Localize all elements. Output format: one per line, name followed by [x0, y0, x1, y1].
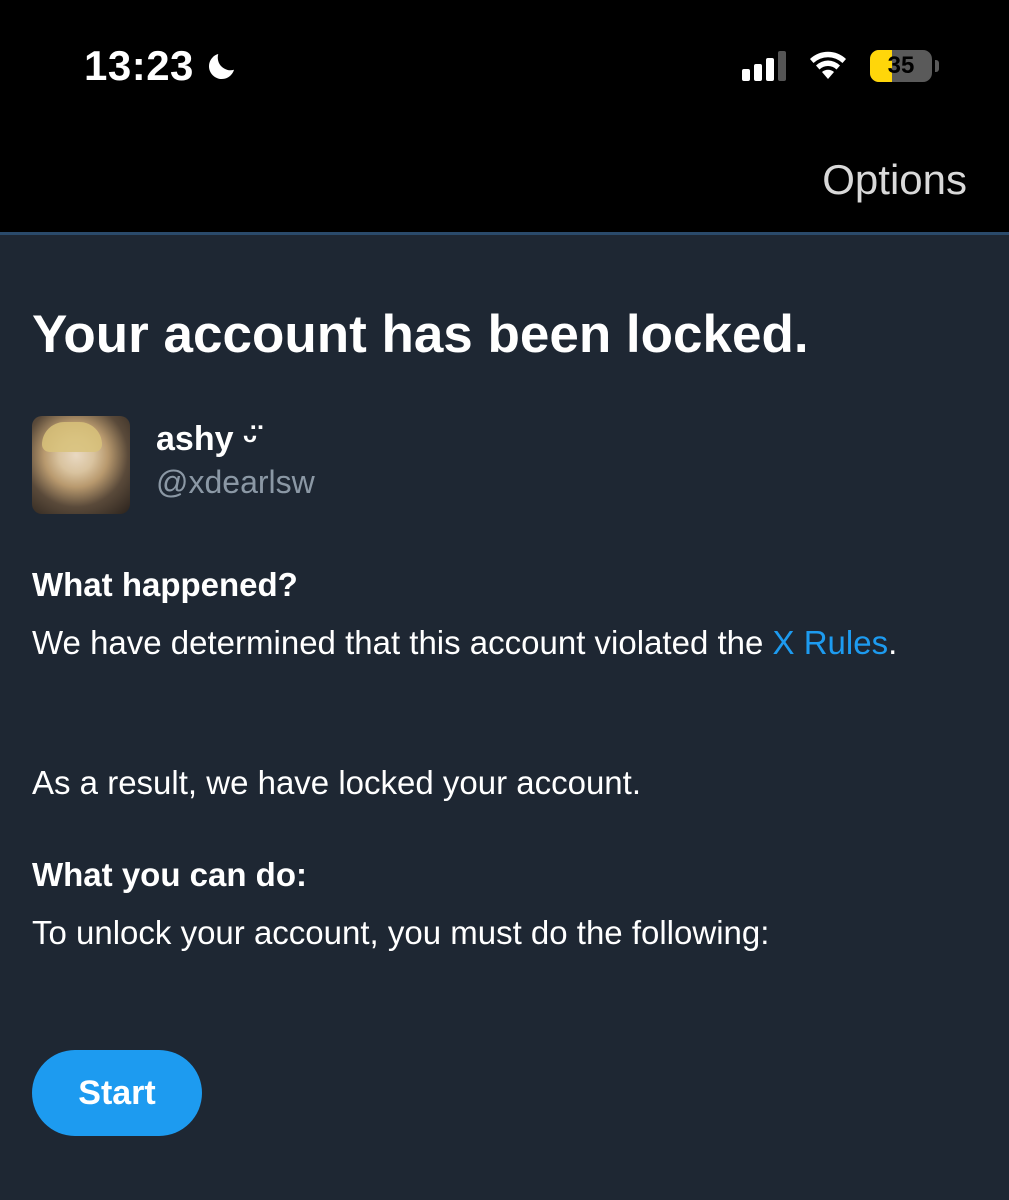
what-happened-text: We have determined that this account vio… — [32, 620, 932, 666]
display-name: ashy ᵕ̈ — [156, 420, 257, 458]
status-bar: 13:23 35 — [0, 0, 1009, 138]
top-nav: Options — [0, 138, 1009, 235]
battery-icon: 35 — [870, 50, 932, 82]
page-title: Your account has been locked. — [32, 305, 809, 364]
avatar — [32, 416, 130, 514]
options-button[interactable]: Options — [822, 156, 967, 204]
profile-card: ashy ᵕ̈ @xdearlsw — [32, 416, 315, 514]
violation-text-end: . — [888, 624, 898, 661]
result-text: As a result, we have locked your account… — [32, 764, 641, 801]
user-handle: @xdearlsw — [156, 464, 315, 500]
violation-text: We have determined that this account vio… — [32, 624, 773, 661]
moon-icon — [208, 54, 234, 80]
time-text: 13:23 — [84, 42, 194, 89]
start-button[interactable]: Start — [32, 1050, 202, 1136]
wifi-icon — [810, 51, 846, 79]
unlock-instructions: To unlock your account, you must do the … — [32, 914, 770, 951]
status-icons: 35 — [742, 50, 939, 82]
what-happened-title: What happened? — [32, 566, 298, 603]
x-rules-link[interactable]: X Rules — [773, 624, 889, 661]
signal-icon — [742, 51, 786, 81]
status-time: 13:23 — [84, 42, 240, 90]
what-you-can-do-title: What you can do: — [32, 856, 307, 893]
battery-level: 35 — [887, 52, 915, 79]
